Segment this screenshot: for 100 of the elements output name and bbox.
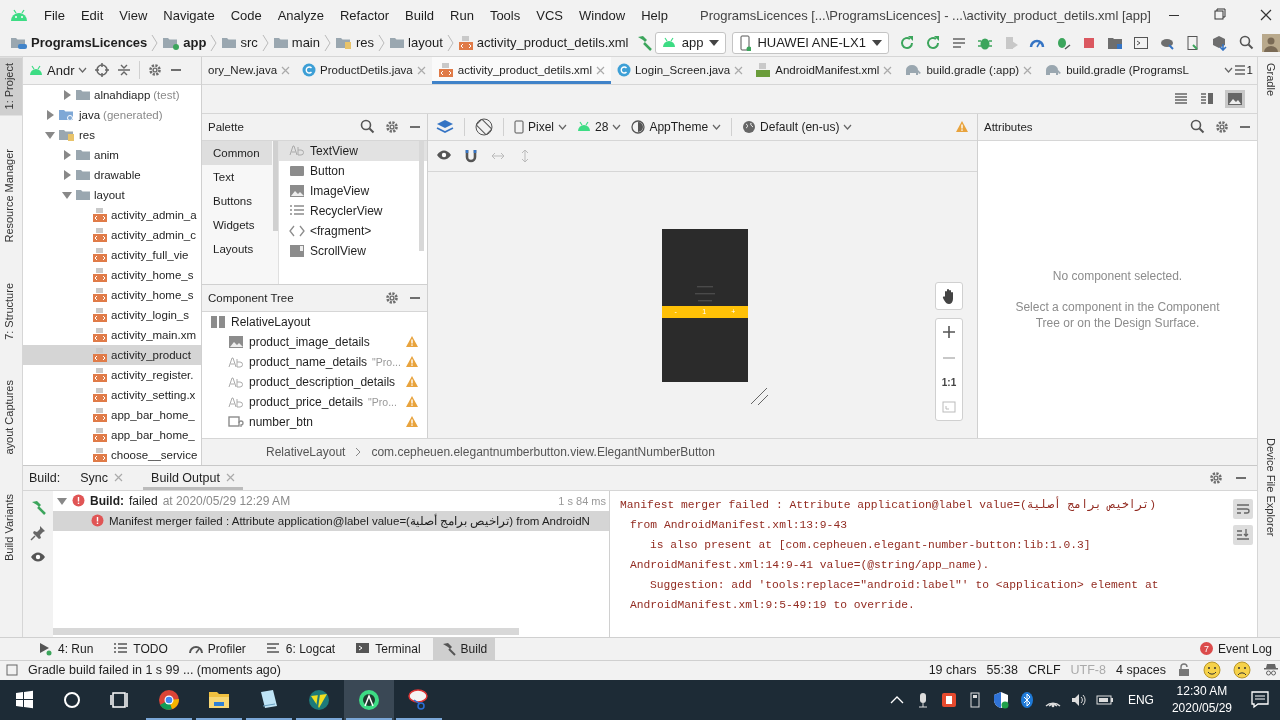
search-icon[interactable]	[1239, 35, 1254, 51]
device-dropdown[interactable]: HUAWEI ANE-LX1	[732, 31, 889, 54]
frown-icon[interactable]	[1233, 661, 1251, 680]
tree-item[interactable]: app_bar_home_	[23, 404, 201, 425]
settings-icon[interactable]	[1215, 119, 1229, 134]
hammer-icon[interactable]	[30, 498, 46, 515]
tree-item[interactable]: activity_full_vie	[23, 244, 201, 265]
breadcrumb-item[interactable]: app	[160, 35, 209, 51]
palette-category[interactable]: Common	[202, 140, 272, 165]
panel-tab[interactable]: Build Output	[143, 465, 243, 490]
tree-item[interactable]: res	[23, 124, 201, 145]
palette-item[interactable]: Button	[279, 160, 427, 181]
expanded-arrow-icon[interactable]	[62, 189, 72, 200]
tool-window-tab[interactable]: Build	[432, 637, 496, 660]
design-view-icon[interactable]	[1225, 89, 1245, 108]
code-view-icon[interactable]	[1173, 90, 1189, 107]
zoom-in-icon[interactable]	[942, 324, 956, 339]
locale-dropdown[interactable]: Default (en-us)	[742, 119, 853, 134]
editor-tab[interactable]: activity_product_detils.xml	[431, 56, 611, 84]
breadcrumb-item[interactable]: main	[270, 35, 322, 51]
tree-item[interactable]: drawable	[23, 164, 201, 185]
tree-item[interactable]: activity_main.xm	[23, 324, 201, 345]
tool-window-tab[interactable]: ayout Captures	[0, 373, 22, 461]
editor-tab[interactable]: AndroidManifest.xml	[749, 56, 899, 84]
tree-item[interactable]: activity_admin_c	[23, 224, 201, 245]
rerun-icon[interactable]	[899, 34, 915, 51]
tool-window-tab[interactable]: Resource Manager	[0, 143, 22, 249]
tree-item[interactable]: activity_home_s	[23, 284, 201, 305]
settings-icon[interactable]	[385, 290, 399, 305]
tree-item[interactable]: anim	[23, 144, 201, 165]
menu-item[interactable]: Help	[633, 7, 676, 23]
apply-changes-icon[interactable]	[925, 34, 941, 51]
magnet-icon[interactable]	[464, 148, 478, 163]
breadcrumb-item[interactable]: ProgramsLicences	[8, 35, 150, 51]
split-view-icon[interactable]	[1199, 90, 1215, 107]
menu-item[interactable]: Build	[397, 7, 442, 23]
search-icon[interactable]	[1190, 119, 1205, 135]
status-item[interactable]: 19 chars	[928, 663, 977, 678]
component-tree-item[interactable]: product_image_details	[202, 331, 427, 352]
scrollbar[interactable]	[273, 140, 278, 231]
menu-item[interactable]: Run	[442, 7, 482, 23]
shield-icon[interactable]	[991, 691, 1010, 709]
menu-item[interactable]: Code	[222, 7, 270, 23]
tool-window-tab[interactable]: Terminal	[347, 637, 429, 660]
scroll-to-end-icon[interactable]	[1233, 524, 1253, 545]
build-tree-item[interactable]: Manifest merger failed : Attribute application@label value=(تراخيص برامج أصلية) from AndroidN	[53, 510, 609, 531]
tree-item[interactable]: alnahdiapp (test)	[23, 84, 201, 105]
run-config-dropdown[interactable]: app	[654, 31, 727, 54]
settings-icon[interactable]	[1209, 470, 1223, 485]
expanded-arrow-icon[interactable]	[45, 129, 55, 140]
api-level-dropdown[interactable]: 28	[577, 119, 622, 134]
tool-window-tab[interactable]: 7: Structure	[0, 276, 22, 346]
tree-item[interactable]: java (generated)	[23, 104, 201, 125]
component-tree-item[interactable]: product_price_details "Pro...	[202, 391, 427, 412]
tree-item[interactable]: activity_home_s	[23, 264, 201, 285]
editor-tab[interactable]: Login_Screen.java	[610, 56, 750, 84]
menu-item[interactable]: Edit	[72, 7, 112, 23]
status-item[interactable]: 55:38	[986, 663, 1018, 678]
palette-item[interactable]: <fragment>	[279, 220, 427, 241]
settings-icon[interactable]	[148, 63, 163, 78]
tab-overflow-button[interactable]: 1	[1219, 56, 1257, 84]
collapsed-arrow-icon[interactable]	[62, 89, 72, 100]
inspector-icon[interactable]	[1263, 662, 1279, 679]
theme-dropdown[interactable]: AppTheme	[631, 119, 722, 134]
palette-category[interactable]: Layouts	[202, 236, 272, 261]
component-tree-item[interactable]: product_description_details	[202, 371, 427, 392]
tool-window-tab[interactable]: Gradle	[1258, 56, 1280, 102]
expanded-arrow-icon[interactable]	[57, 495, 67, 506]
component-tree-item[interactable]: product_name_details "Pro...	[202, 351, 427, 372]
event-log-tab[interactable]: 7 Event Log	[1191, 637, 1280, 660]
orientation-icon[interactable]	[475, 117, 493, 136]
tree-item[interactable]: activity_setting.x	[23, 384, 201, 405]
palette-category[interactable]: Widgets	[202, 212, 272, 237]
tree-item[interactable]: app_bar_home_	[23, 424, 201, 445]
scrollbar[interactable]	[53, 627, 519, 635]
device-dropdown[interactable]: Pixel	[514, 119, 567, 134]
layers-icon[interactable]	[436, 117, 454, 136]
tool-window-tab[interactable]: Profiler	[179, 637, 254, 660]
menu-item[interactable]: Refactor	[331, 7, 398, 23]
lock-icon[interactable]	[1177, 663, 1191, 678]
menu-item[interactable]: Navigate	[155, 7, 223, 23]
actual-size-button[interactable]: 1:1	[941, 376, 957, 388]
menu-item[interactable]: View	[111, 7, 156, 23]
tree-item[interactable]: activity_admin_a	[23, 204, 201, 225]
smile-icon[interactable]	[1203, 661, 1221, 680]
palette-category[interactable]: Text	[202, 164, 272, 189]
tree-item[interactable]: activity_register.	[23, 364, 201, 385]
pin-icon[interactable]	[30, 524, 46, 541]
avatar-icon[interactable]	[1262, 33, 1280, 52]
settings-icon[interactable]	[385, 119, 399, 134]
tool-window-tab[interactable]: 4: Run	[30, 637, 102, 660]
breadcrumb-item[interactable]: src	[219, 35, 260, 51]
locate-icon[interactable]	[95, 63, 110, 78]
collapsed-arrow-icon[interactable]	[45, 109, 55, 120]
palette-item[interactable]: RecyclerView	[279, 200, 427, 221]
sdk-manager-icon[interactable]	[1211, 34, 1227, 51]
tree-item[interactable]: activity_login_s	[23, 304, 201, 325]
studio-icon[interactable]	[344, 680, 394, 720]
breadcrumb-item[interactable]: layout	[387, 35, 445, 51]
breadcrumb-item[interactable]: activity_product_detils.xml	[455, 34, 631, 51]
